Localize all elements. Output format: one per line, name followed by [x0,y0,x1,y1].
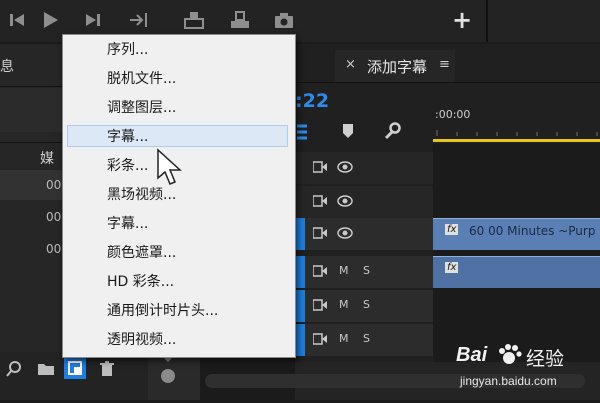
column-header-media[interactable]: 媒 [40,148,54,168]
list-item[interactable]: 00 [0,234,62,264]
bottom-toolbar [0,352,200,400]
watermark-suffix: 经验 [526,348,565,370]
step-back-icon[interactable] [6,9,30,31]
close-icon[interactable]: × [345,57,356,72]
track-target[interactable] [295,218,305,250]
menu-item-black-video[interactable]: 黑场视频... [107,184,287,206]
zoom-control[interactable] [148,352,200,400]
tab-add-subtitles[interactable]: × 添加字幕 ≡ [335,50,455,82]
film-icon[interactable] [312,161,327,176]
menu-item-countdown-leader[interactable]: 通用倒计时片头... [107,300,287,322]
list-item[interactable]: 00 [0,202,62,232]
track-target[interactable] [295,290,305,322]
list-item[interactable]: 00 [0,170,62,200]
track-row-video-3 [295,152,600,184]
film-icon[interactable] [312,299,327,314]
extract-icon[interactable] [228,9,252,31]
divider [0,86,62,87]
eye-icon[interactable] [337,160,353,177]
watermark: Bai 经验 jingyan.baidu.com [456,344,596,396]
folder-icon[interactable] [37,361,55,380]
track-row-video-2 [295,186,600,218]
menu-item-subtitle[interactable]: 字幕... [67,125,288,147]
track-target[interactable] [295,324,305,356]
mute-button[interactable]: M [339,332,349,345]
eye-icon[interactable] [337,194,353,211]
play-icon[interactable] [38,9,62,31]
new-item-menu: 序列... 脱机文件... 调整图层... 字幕... 彩条... 黑场视频..… [62,34,296,358]
film-icon[interactable] [312,333,327,348]
divider [295,82,600,83]
ruler-time-label: :00:00 [435,108,471,121]
panel-title: 息 [0,59,14,75]
project-panel: 息 媒 00 00 00 [0,44,150,400]
film-icon[interactable] [312,227,327,242]
fx-badge: fx [445,262,459,273]
solo-button[interactable]: S [363,298,370,311]
menu-item-title[interactable]: 字幕... [107,213,287,235]
step-forward-icon[interactable] [82,9,106,31]
tab-label: 添加字幕 [367,58,428,76]
menu-item-color-bars[interactable]: 彩条... [107,155,287,177]
menu-item-hd-bars[interactable]: HD 彩条... [107,271,287,293]
divider [0,142,62,143]
track-target[interactable] [295,256,305,288]
go-to-out-icon[interactable] [128,9,152,31]
menu-item-sequence[interactable]: 序列... [107,39,287,61]
menu-item-offline-file[interactable]: 脱机文件... [107,68,287,90]
watermark-url: jingyan.baidu.com [460,374,557,388]
audio-clip[interactable]: fx [433,256,600,288]
lift-icon[interactable] [182,9,206,31]
timecode-display[interactable]: :22 [295,90,329,112]
timeline-toolbar [295,120,433,144]
marker-icon[interactable] [341,123,355,142]
cursor-icon [156,148,184,191]
watermark-brand: Bai [456,344,488,366]
film-icon[interactable] [312,195,327,210]
track-row-audio-2: M S [295,290,600,322]
paw-icon [496,342,522,371]
fx-badge: fx [445,224,459,235]
video-clip[interactable]: fx 60 00 Minutes ~Purp [433,218,600,250]
menu-item-color-matte[interactable]: 颜色遮罩... [107,242,287,264]
divider [486,0,488,42]
menu-item-transparent-video[interactable]: 透明视频... [107,329,287,351]
snap-icon[interactable] [295,122,317,142]
add-button[interactable]: + [450,6,474,34]
trash-icon[interactable] [98,360,116,381]
eye-icon[interactable] [337,226,353,243]
mute-button[interactable]: M [339,298,349,311]
new-item-icon[interactable] [64,357,86,379]
time-ruler[interactable] [433,124,600,142]
menu-item-adjustment-layer[interactable]: 调整图层... [107,97,287,119]
mute-button[interactable]: M [339,264,349,277]
panel-toolbar [0,88,62,132]
solo-button[interactable]: S [363,264,370,277]
camera-icon[interactable] [272,9,296,31]
panel-menu-icon[interactable]: ≡ [439,57,450,72]
solo-button[interactable]: S [363,332,370,345]
search-icon[interactable] [5,360,23,381]
clip-label: 60 00 Minutes ~Purp [469,224,596,238]
film-icon[interactable] [312,265,327,280]
wrench-icon[interactable] [383,122,401,143]
